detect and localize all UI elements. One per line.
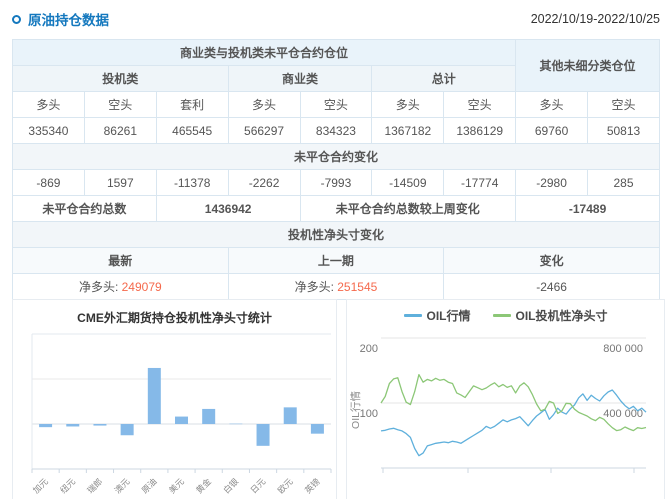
net-header-cell: 变化 [444,248,660,274]
svg-text:OIL行情: OIL行情 [349,391,362,429]
svg-text:黄金: 黄金 [194,476,213,495]
change-cell: -11378 [156,170,228,196]
change-cell: -2980 [516,170,588,196]
open-interest-cell: 69760 [516,118,588,144]
column-header-cell: 多头 [228,92,300,118]
oil-price-net-position-line-chart: 200100800 000400 000OIL行情 [347,300,666,499]
change-cell: -2262 [228,170,300,196]
column-header-cell: 空头 [84,92,156,118]
svg-text:欧元: 欧元 [276,476,295,495]
open-interest-cell: 86261 [84,118,156,144]
table-row: 商业类与投机类未平仓合约仓位 其他未细分类仓位 [13,40,660,66]
line-series-0 [381,390,646,456]
svg-text:800 000: 800 000 [603,343,643,355]
svg-text:白银: 白银 [221,476,240,495]
bar-日元 [257,424,270,446]
bar-原油 [148,368,161,424]
total-change-label-cell: 未平仓合约总数较上周变化 [300,196,516,222]
column-header-cell: 空头 [444,92,516,118]
svg-text:澳元: 澳元 [112,476,131,495]
table-row: 最新 上一期 变化 [13,248,660,274]
total-label-cell: 未平仓合约总数 [13,196,157,222]
bar-白银 [229,424,242,425]
cme-net-position-bar-chart: 加元纽元瑞郎澳元原油美元黄金白银日元欧元英镑 [13,300,338,499]
change-cell: -7993 [300,170,372,196]
net-prev-cell: 净多头: 251545 [228,274,444,300]
column-header-cell: 多头 [516,92,588,118]
table-row: 投机性净头寸变化 [13,222,660,248]
total-change-value-cell: -17489 [516,196,660,222]
svg-text:原油: 原油 [140,476,159,495]
section-header-change: 未平仓合约变化 [13,144,660,170]
open-interest-cell: 465545 [156,118,228,144]
change-cell: 285 [588,170,660,196]
svg-text:纽元: 纽元 [58,476,77,495]
table-row: 未平仓合约总数 1436942 未平仓合约总数较上周变化 -17489 [13,196,660,222]
net-prev-value: 251545 [337,280,377,294]
subgroup-cell: 投机类 [13,66,229,92]
other-header-cell: 其他未细分类仓位 [516,40,660,92]
net-header-cell: 最新 [13,248,229,274]
column-header-cell: 多头 [13,92,85,118]
table-row: 335340 86261 465545 566297 834323 136718… [13,118,660,144]
net-long-label: 净多头: [79,280,118,294]
subgroup-cell: 商业类 [228,66,372,92]
change-cell: -869 [13,170,85,196]
bar-加元 [39,424,52,427]
bullet-circle-icon [12,15,21,24]
column-header-cell: 空头 [300,92,372,118]
net-latest-value: 249079 [122,280,162,294]
table-row: 净多头: 249079 净多头: 251545 -2466 [13,274,660,300]
open-interest-cell: 566297 [228,118,300,144]
positions-table: 商业类与投机类未平仓合约仓位 其他未细分类仓位 投机类 商业类 总计 多头 空头… [12,39,660,300]
page-header: 原油持仓数据 2022/10/19-2022/10/25 [12,8,660,30]
open-interest-cell: 335340 [13,118,85,144]
change-cell: -14509 [372,170,444,196]
bar-黄金 [202,409,215,424]
svg-text:100: 100 [360,408,378,420]
svg-text:日元: 日元 [248,476,267,495]
column-header-cell: 多头 [372,92,444,118]
column-header-cell: 套利 [156,92,228,118]
open-interest-cell: 50813 [588,118,660,144]
svg-text:瑞郎: 瑞郎 [85,476,104,495]
net-change-cell: -2466 [444,274,660,300]
change-cell: 1597 [84,170,156,196]
bar-澳元 [121,424,134,435]
svg-text:加元: 加元 [31,476,50,495]
section-header-net: 投机性净头寸变化 [13,222,660,248]
change-cell: -17774 [444,170,516,196]
net-header-cell: 上一期 [228,248,444,274]
net-long-label: 净多头: [295,280,334,294]
total-value-cell: 1436942 [156,196,300,222]
subgroup-cell: 总计 [372,66,516,92]
line-chart-panel: OIL行情 OIL投机性净头寸 200100800 000400 000OIL行… [346,299,665,499]
date-range: 2022/10/19-2022/10/25 [531,12,660,26]
bar-纽元 [66,424,79,426]
table-row: 多头 空头 套利 多头 空头 多头 空头 多头 空头 [13,92,660,118]
bar-chart-panel: CME外汇期货持仓投机性净头寸统计 加元纽元瑞郎澳元原油美元黄金白银日元欧元英镑 [12,299,337,499]
svg-text:200: 200 [360,343,378,355]
group-header-cell: 商业类与投机类未平仓合约仓位 [13,40,516,66]
bar-瑞郎 [93,424,106,426]
bar-美元 [175,417,188,424]
table-row: 未平仓合约变化 [13,144,660,170]
bar-英镑 [311,424,324,434]
crude-oil-positions-page: 原油持仓数据 2022/10/19-2022/10/25 商业类与投机类未平仓合… [0,0,672,499]
svg-text:英镑: 英镑 [303,476,322,495]
column-header-cell: 空头 [588,92,660,118]
open-interest-cell: 1367182 [372,118,444,144]
page-title: 原油持仓数据 [28,9,109,29]
table-row: -869 1597 -11378 -2262 -7993 -14509 -177… [13,170,660,196]
net-latest-cell: 净多头: 249079 [13,274,229,300]
bar-欧元 [284,407,297,424]
svg-text:美元: 美元 [167,476,186,495]
open-interest-cell: 1386129 [444,118,516,144]
open-interest-cell: 834323 [300,118,372,144]
